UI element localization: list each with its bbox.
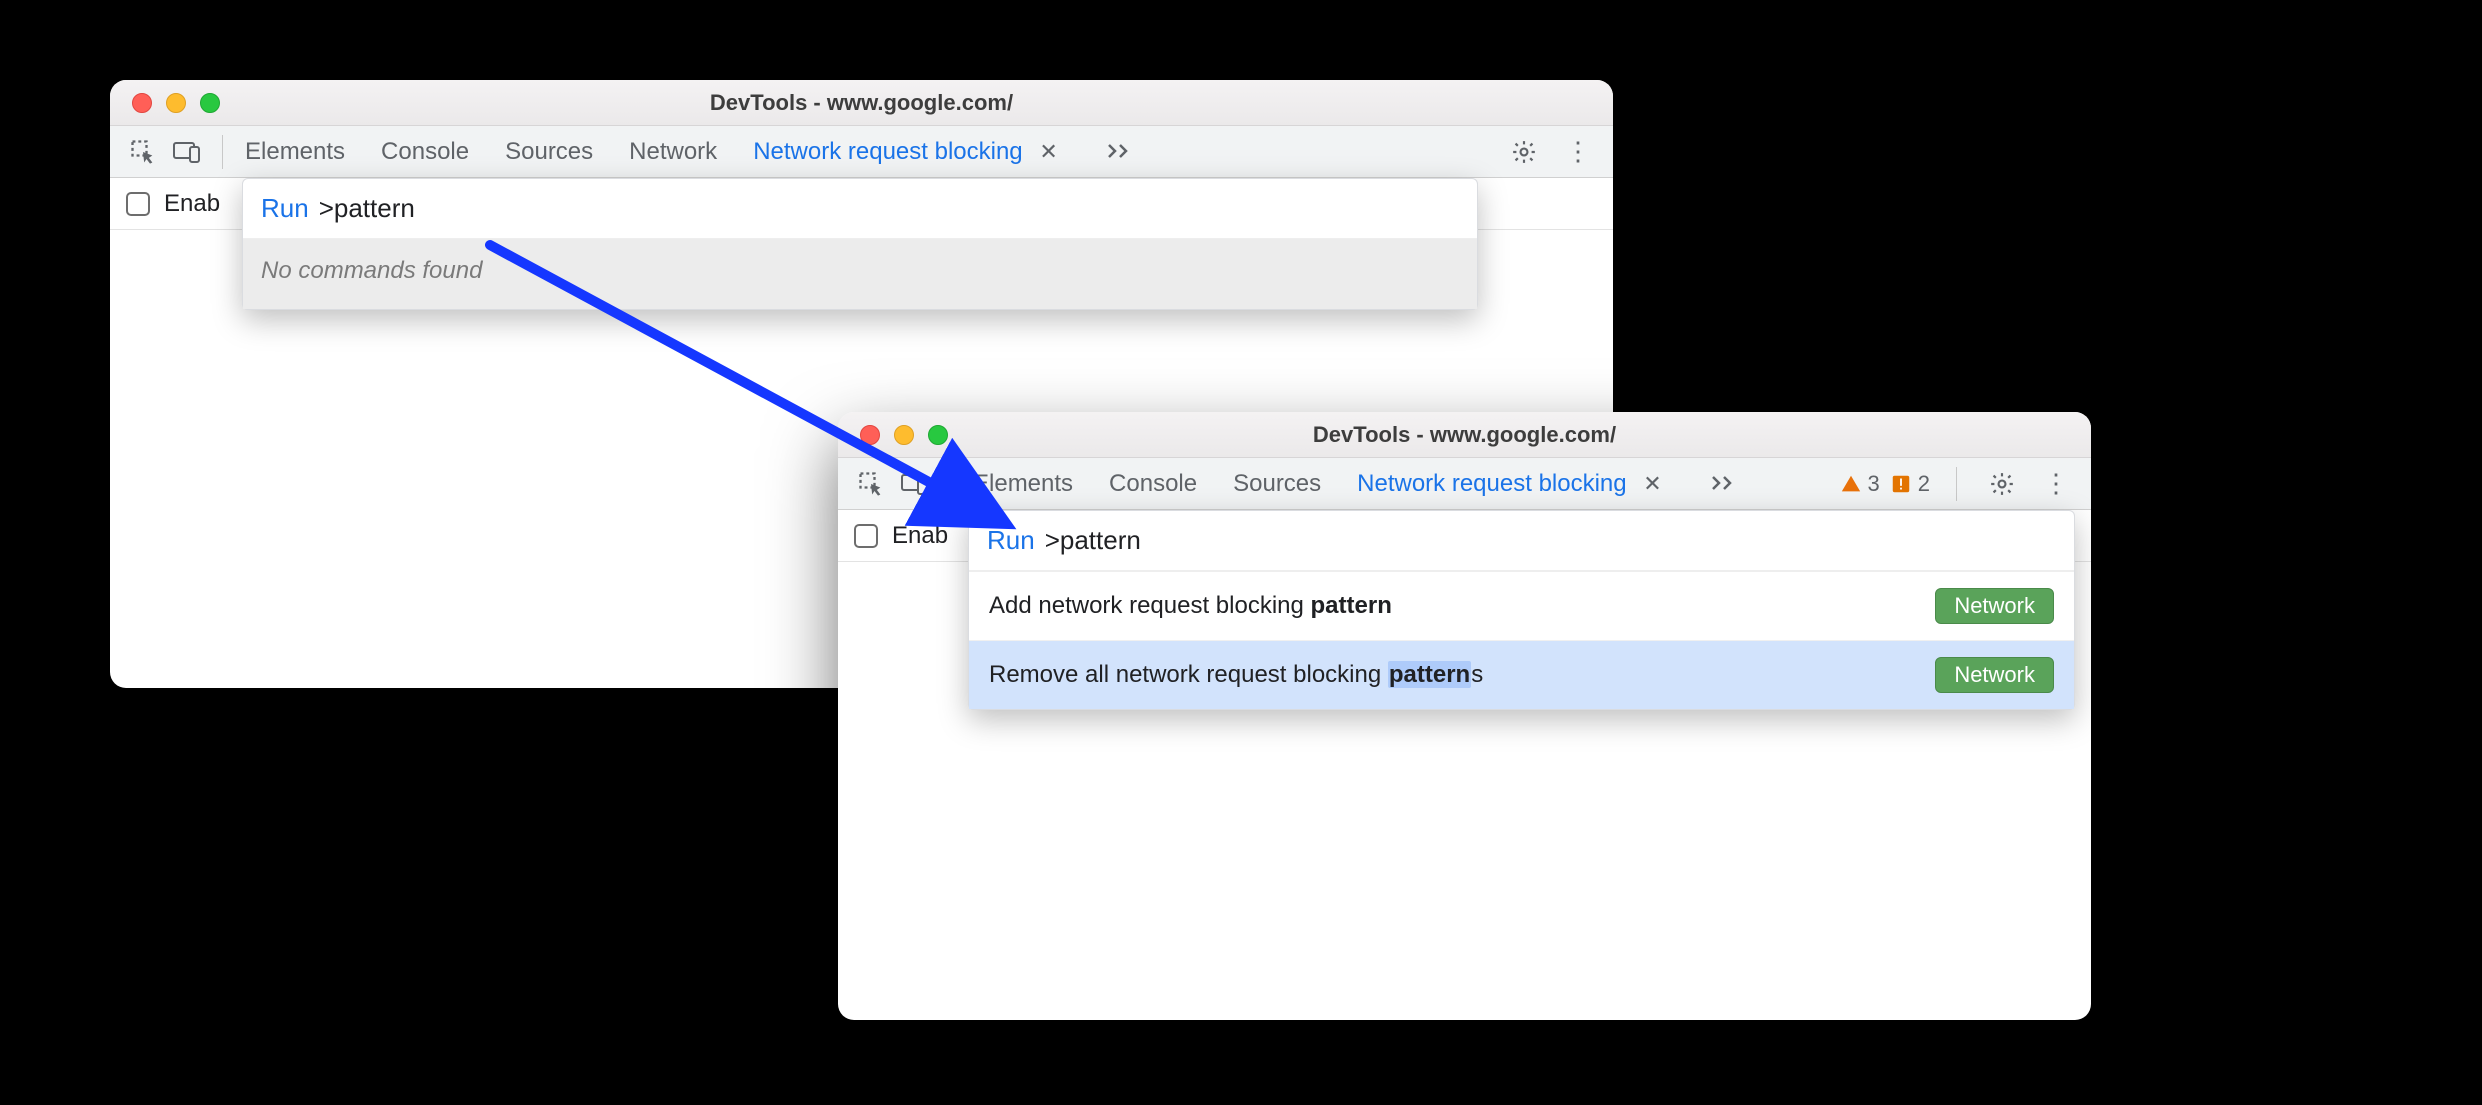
category-pill: Network bbox=[1935, 588, 2054, 624]
more-tabs-icon[interactable] bbox=[1710, 470, 1736, 498]
tab-label: Network request blocking bbox=[1357, 470, 1626, 497]
command-palette: Run >pattern Add network request blockin… bbox=[968, 510, 2075, 710]
command-palette-input-row[interactable]: Run >pattern bbox=[243, 179, 1477, 239]
warnings-badge[interactable]: 3 bbox=[1840, 471, 1880, 497]
command-text: Remove all network request blocking patt… bbox=[989, 661, 1483, 689]
tab-label: Network request blocking bbox=[753, 138, 1022, 165]
category-pill: Network bbox=[1935, 657, 2054, 693]
tab-sources[interactable]: Sources bbox=[1233, 470, 1321, 498]
toolbar-right: ⋮ bbox=[1505, 133, 1603, 171]
more-tabs-icon[interactable] bbox=[1106, 138, 1132, 166]
enable-checkbox[interactable] bbox=[854, 524, 878, 548]
separator bbox=[1956, 467, 1957, 501]
minimize-window-button[interactable] bbox=[166, 93, 186, 113]
run-prefix: Run bbox=[261, 193, 309, 224]
close-tab-icon[interactable]: ✕ bbox=[1039, 139, 1057, 164]
window-title: DevTools - www.google.com/ bbox=[110, 90, 1613, 116]
zoom-window-button[interactable] bbox=[928, 425, 948, 445]
command-text: Add network request blocking pattern bbox=[989, 592, 1392, 620]
query-text: >pattern bbox=[1045, 525, 1141, 556]
more-menu-icon[interactable]: ⋮ bbox=[1559, 133, 1597, 171]
traffic-lights bbox=[838, 425, 948, 445]
close-window-button[interactable] bbox=[132, 93, 152, 113]
zoom-window-button[interactable] bbox=[200, 93, 220, 113]
device-toolbar-icon[interactable] bbox=[896, 465, 934, 503]
close-window-button[interactable] bbox=[860, 425, 880, 445]
devtools-toolbar: Elements Console Sources Network request… bbox=[838, 458, 2091, 510]
device-toolbar-icon[interactable] bbox=[168, 133, 206, 171]
run-prefix: Run bbox=[987, 525, 1035, 556]
issue-badges[interactable]: 3 2 bbox=[1840, 471, 1931, 497]
panel-tabs: Elements Console Sources Network request… bbox=[967, 470, 1834, 498]
tab-elements[interactable]: Elements bbox=[245, 138, 345, 166]
issues-count: 2 bbox=[1918, 471, 1930, 497]
more-menu-icon[interactable]: ⋮ bbox=[2037, 465, 2075, 503]
settings-icon[interactable] bbox=[1505, 133, 1543, 171]
window-title: DevTools - www.google.com/ bbox=[838, 422, 2091, 448]
tab-network[interactable]: Network bbox=[629, 138, 717, 166]
tab-sources[interactable]: Sources bbox=[505, 138, 593, 166]
toolbar-right: 3 2 ⋮ bbox=[1840, 465, 2082, 503]
settings-icon[interactable] bbox=[1983, 465, 2021, 503]
inspect-element-icon[interactable] bbox=[852, 465, 890, 503]
tab-console[interactable]: Console bbox=[381, 138, 469, 166]
command-palette-item-selected[interactable]: Remove all network request blocking patt… bbox=[969, 640, 2074, 709]
devtools-window-b: DevTools - www.google.com/ Elements Cons… bbox=[838, 412, 2091, 1020]
tab-network-request-blocking[interactable]: Network request blocking ✕ bbox=[1357, 470, 1662, 498]
tab-elements[interactable]: Elements bbox=[973, 470, 1073, 498]
minimize-window-button[interactable] bbox=[894, 425, 914, 445]
command-palette-item[interactable]: Add network request blocking pattern Net… bbox=[969, 571, 2074, 640]
titlebar: DevTools - www.google.com/ bbox=[838, 412, 2091, 458]
devtools-toolbar: Elements Console Sources Network Network… bbox=[110, 126, 1613, 178]
close-tab-icon[interactable]: ✕ bbox=[1643, 471, 1661, 496]
panel-tabs: Elements Console Sources Network Network… bbox=[239, 138, 1499, 166]
command-palette-input-row[interactable]: Run >pattern bbox=[969, 511, 2074, 571]
separator bbox=[950, 467, 951, 501]
separator bbox=[222, 135, 223, 169]
inspect-element-icon[interactable] bbox=[124, 133, 162, 171]
warnings-count: 3 bbox=[1868, 471, 1880, 497]
command-palette-empty: No commands found bbox=[243, 239, 1477, 309]
enable-label: Enab bbox=[892, 522, 948, 550]
tab-console[interactable]: Console bbox=[1109, 470, 1197, 498]
query-text: >pattern bbox=[319, 193, 415, 224]
command-palette: Run >pattern No commands found bbox=[242, 178, 1478, 310]
titlebar: DevTools - www.google.com/ bbox=[110, 80, 1613, 126]
enable-label: Enab bbox=[164, 190, 220, 218]
traffic-lights bbox=[110, 93, 220, 113]
issues-badge[interactable]: 2 bbox=[1890, 471, 1930, 497]
tab-network-request-blocking[interactable]: Network request blocking ✕ bbox=[753, 138, 1058, 166]
enable-checkbox[interactable] bbox=[126, 192, 150, 216]
